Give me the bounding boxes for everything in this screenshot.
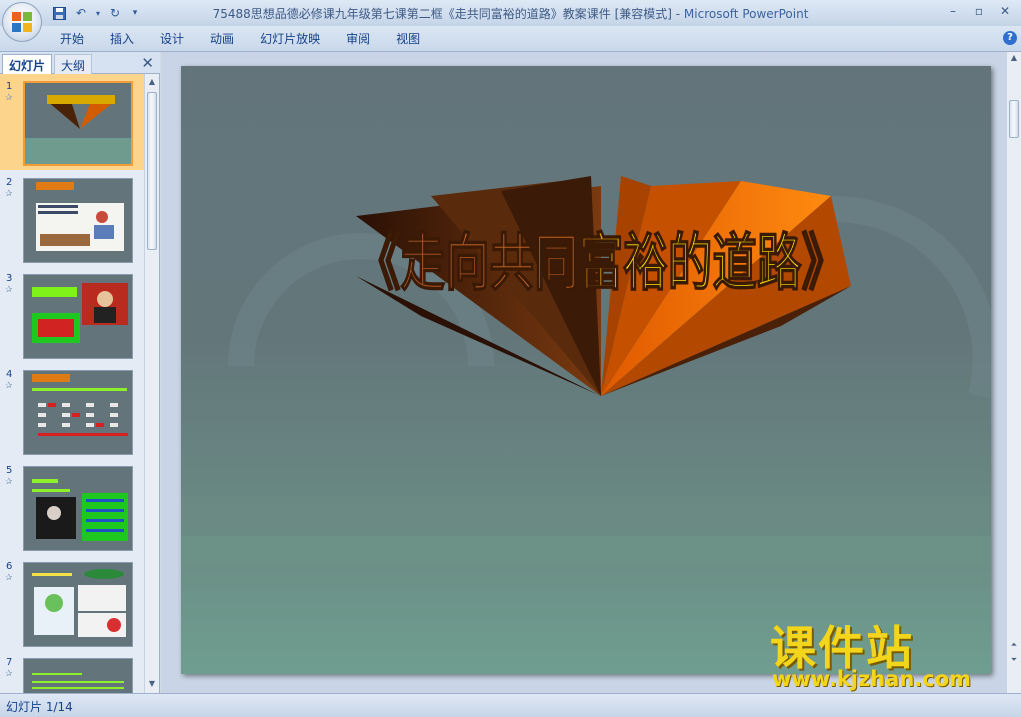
animation-star-icon: ✰ (5, 189, 13, 199)
slide-thumbnail[interactable] (23, 466, 133, 551)
prev-slide-icon[interactable]: ⏶ (1007, 640, 1021, 650)
document-title: 75488思想品德必修课九年级第七课第二框《走共同富裕的道路》教案课件 [兼容模… (212, 7, 672, 21)
thumbnail-row-5[interactable]: 5 ✰ (0, 458, 145, 554)
tab-design[interactable]: 设计 (147, 30, 197, 48)
office-logo-icon (12, 12, 32, 32)
current-slide[interactable]: 《走向共同富裕的道路》 (181, 66, 991, 674)
slide-thumbnail[interactable] (23, 178, 133, 263)
tab-view[interactable]: 视图 (383, 30, 433, 48)
animation-star-icon: ✰ (5, 669, 13, 679)
slide-thumbnail[interactable] (23, 562, 133, 647)
thumbnail-row-2[interactable]: 2 ✰ (0, 170, 145, 266)
scroll-thumb[interactable] (1009, 100, 1019, 138)
office-button[interactable] (2, 2, 42, 42)
animation-star-icon: ✰ (5, 93, 13, 103)
help-icon[interactable]: ? (1003, 31, 1017, 45)
scroll-thumb[interactable] (147, 92, 157, 250)
thumbnail-row-4[interactable]: 4 ✰ (0, 362, 145, 458)
thumbnail-row-3[interactable]: 3 ✰ (0, 266, 145, 362)
watermark-url: www.kjzhan.com (772, 667, 972, 691)
status-bar: 幻灯片 1/14 (0, 693, 1021, 717)
slide-number: 4 (6, 369, 13, 380)
scroll-up-icon[interactable]: ▲ (1007, 53, 1021, 62)
title-bar: ↶ ▾ ↻ ▾ 75488思想品德必修课九年级第七课第二框《走共同富裕的道路》教… (0, 0, 1021, 26)
thumbnail-row-6[interactable]: 6 ✰ (0, 554, 145, 650)
tab-slideshow[interactable]: 幻灯片放映 (247, 30, 333, 48)
slide-number: 3 (6, 273, 13, 284)
scroll-down-icon[interactable]: ▼ (145, 677, 159, 691)
ribbon-tabs: 开始 插入 设计 动画 幻灯片放映 审阅 视图 (47, 30, 433, 48)
animation-star-icon: ✰ (5, 285, 13, 295)
slide-thumbnail[interactable] (23, 370, 133, 455)
slide-editing-area: 《走向共同富裕的道路》 (161, 52, 1006, 693)
slide-number: 6 (6, 561, 13, 572)
tab-animations[interactable]: 动画 (197, 30, 247, 48)
slide-number: 5 (6, 465, 13, 476)
ribbon: 开始 插入 设计 动画 幻灯片放映 审阅 视图 ? (0, 26, 1021, 52)
editor-scrollbar[interactable]: ▲ ⏶ ⏷ (1006, 52, 1021, 693)
animation-star-icon: ✰ (5, 477, 13, 487)
maximize-icon[interactable]: ▫ (967, 2, 991, 20)
slide-title: 《走向共同富裕的道路》 (356, 226, 846, 299)
watermark: 课件站 www.kjzhan.com (770, 612, 1005, 692)
tab-insert[interactable]: 插入 (97, 30, 147, 48)
window-controls: – ▫ ✕ (941, 2, 1017, 20)
tab-review[interactable]: 审阅 (333, 30, 383, 48)
app-name: Microsoft PowerPoint (683, 7, 809, 21)
window-title: 75488思想品德必修课九年级第七课第二框《走共同富裕的道路》教案课件 [兼容模… (0, 5, 1021, 22)
slide-number: 1 (6, 81, 13, 92)
slide-counter: 幻灯片 1/14 (6, 700, 73, 714)
scroll-up-icon[interactable]: ▲ (145, 75, 159, 89)
panel-scrollbar[interactable]: ▲ ▼ (144, 74, 159, 693)
minimize-icon[interactable]: – (941, 2, 965, 20)
animation-star-icon: ✰ (5, 573, 13, 583)
tab-outline[interactable]: 大纲 (54, 54, 93, 74)
tab-home[interactable]: 开始 (47, 30, 97, 48)
slides-panel: 幻灯片 大纲 ✕ 1 ✰ 2 ✰ 3 ✰ 4 ✰ 5 ✰ 6 ✰ 7 ✰ ▲ ▼ (0, 52, 160, 693)
animation-star-icon: ✰ (5, 381, 13, 391)
thumbnail-row-7[interactable]: 7 ✰ (0, 650, 145, 693)
next-slide-icon[interactable]: ⏷ (1007, 655, 1021, 665)
slide-thumbnail[interactable] (23, 658, 133, 693)
thumbnail-list: 1 ✰ 2 ✰ 3 ✰ 4 ✰ 5 ✰ 6 ✰ 7 ✰ (0, 74, 145, 693)
panel-tabs: 幻灯片 大纲 ✕ (0, 52, 160, 74)
slide-number: 7 (6, 657, 13, 668)
tab-slides[interactable]: 幻灯片 (2, 54, 53, 74)
close-icon[interactable]: ✕ (993, 2, 1017, 20)
close-panel-icon[interactable]: ✕ (141, 54, 154, 72)
slide-thumbnail[interactable] (23, 274, 133, 359)
slide-thumbnail[interactable] (23, 81, 133, 166)
title-separator: - (671, 7, 684, 21)
thumbnail-row-1[interactable]: 1 ✰ (0, 74, 145, 170)
slide-number: 2 (6, 177, 13, 188)
